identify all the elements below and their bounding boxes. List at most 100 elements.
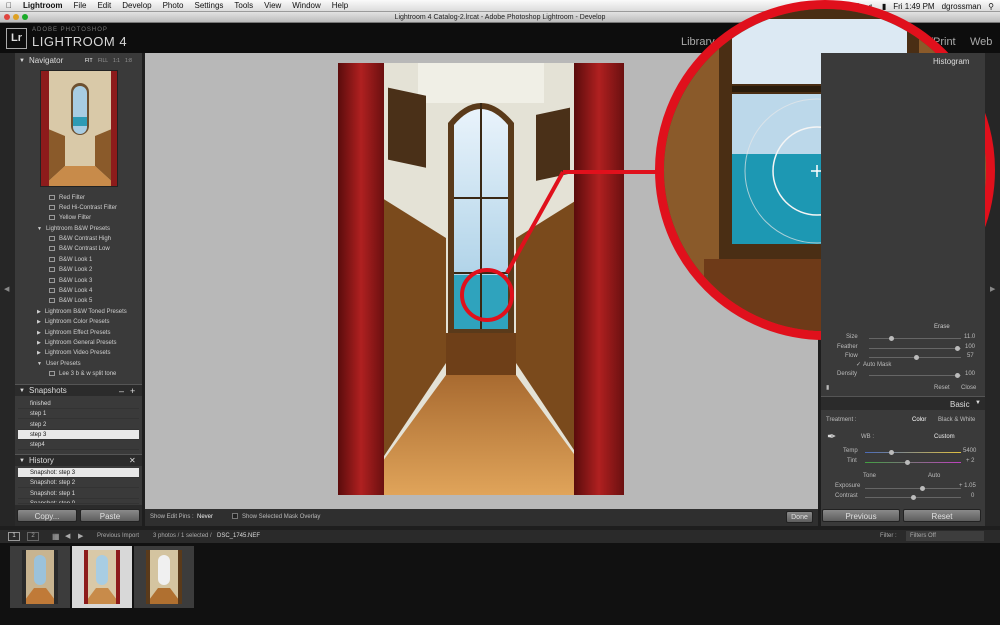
snapshots-header[interactable]: ▼ Snapshots – + (15, 384, 142, 396)
flow-value[interactable]: 57 (967, 353, 974, 359)
screen-2-button[interactable]: 2 (27, 532, 39, 541)
done-button[interactable]: Done (786, 511, 813, 523)
preset-group[interactable]: ▶ Lightroom General Presets (37, 340, 117, 346)
preset-item[interactable]: B&W Contrast High (49, 236, 111, 242)
exposure-slider[interactable] (865, 486, 961, 491)
contrast-value[interactable]: 0 (971, 493, 974, 499)
exposure-value[interactable]: + 1.05 (959, 483, 976, 489)
preset-group[interactable]: ▶ Lightroom Video Presets (37, 350, 110, 356)
zoom-icon[interactable] (22, 14, 28, 20)
preset-item[interactable]: B&W Contrast Low (49, 246, 110, 252)
zoom-1-8[interactable]: 1:8 (125, 55, 132, 67)
size-value[interactable]: 11.0 (964, 334, 975, 340)
left-panel-toggle[interactable]: ◀ (0, 53, 15, 526)
forward-arrow-icon[interactable]: ▶ (78, 532, 83, 540)
snapshot-item[interactable]: step4 (18, 440, 139, 450)
history-item[interactable]: Snapshot: step 0 (18, 499, 139, 504)
snapshot-item-selected[interactable]: step 3 (18, 430, 139, 440)
clock[interactable]: Fri 1:49 PM (893, 2, 934, 11)
snapshot-item[interactable]: step 2 (18, 420, 139, 430)
brush-close[interactable]: Close (961, 385, 976, 391)
preset-group[interactable]: ▶ Lightroom B&W Toned Presets (37, 309, 127, 315)
minimize-icon[interactable] (13, 14, 19, 20)
histogram-title[interactable]: Histogram (933, 57, 969, 66)
grid-icon[interactable]: ▦ (52, 532, 60, 541)
apple-icon[interactable]:  (6, 1, 12, 10)
slider-knob[interactable] (955, 346, 960, 351)
user-name[interactable]: dgrossman (942, 2, 982, 11)
history-header[interactable]: ▼ History ✕ (15, 454, 142, 466)
slider-knob[interactable] (889, 450, 894, 455)
feather-slider[interactable] (869, 346, 961, 351)
collapse-right-icon[interactable]: ▶ (990, 285, 995, 293)
filmstrip-thumbnail[interactable] (134, 546, 194, 608)
preset-item[interactable]: Red Hi-Contrast Filter (49, 205, 117, 211)
brush-erase[interactable]: Erase (934, 324, 950, 330)
remove-snapshot-icon[interactable]: – (119, 385, 124, 397)
menu-develop[interactable]: Develop (122, 1, 151, 10)
spotlight-icon[interactable]: ⚲ (988, 2, 994, 11)
show-edit-pins-select[interactable]: Never (197, 514, 213, 520)
menu-window[interactable]: Window (292, 1, 320, 10)
paste-button[interactable]: Paste (80, 509, 140, 522)
reset-button[interactable]: Reset (903, 509, 981, 522)
menu-file[interactable]: File (74, 1, 87, 10)
preset-item[interactable]: B&W Look 5 (49, 298, 92, 304)
zoom-fit[interactable]: FIT (85, 55, 93, 67)
preset-item[interactable]: B&W Look 1 (49, 257, 92, 263)
filmstrip-thumbnail[interactable] (10, 546, 70, 608)
mask-toggle-icon[interactable]: ▮ (826, 384, 829, 391)
filmstrip-thumbnail-selected[interactable] (72, 546, 132, 608)
menu-settings[interactable]: Settings (195, 1, 224, 10)
back-arrow-icon[interactable]: ◀ (65, 532, 70, 540)
eyedropper-icon[interactable]: ✒ (827, 430, 836, 443)
slider-knob[interactable] (889, 336, 894, 341)
menu-app[interactable]: Lightroom (23, 1, 63, 10)
preset-item[interactable]: Red Filter (49, 195, 85, 201)
brush-reset[interactable]: Reset (934, 385, 950, 391)
feather-value[interactable]: 100 (965, 344, 975, 350)
history-item[interactable]: Snapshot: step 2 (18, 478, 139, 488)
tint-slider[interactable] (865, 460, 961, 465)
snapshot-item[interactable]: step 1 (18, 409, 139, 419)
preset-item[interactable]: B&W Look 2 (49, 267, 92, 273)
flow-slider[interactable] (869, 355, 961, 360)
contrast-slider[interactable] (865, 495, 961, 500)
density-slider[interactable] (869, 373, 961, 378)
clear-history-icon[interactable]: ✕ (129, 455, 136, 467)
zoom-1-1[interactable]: 1:1 (113, 55, 120, 67)
wb-select[interactable]: Custom (934, 434, 955, 440)
tone-auto[interactable]: Auto (928, 473, 940, 479)
preset-item[interactable]: B&W Look 4 (49, 288, 92, 294)
mask-overlay-checkbox[interactable] (232, 513, 238, 519)
module-web[interactable]: Web (970, 36, 992, 48)
previous-button[interactable]: Previous (822, 509, 900, 522)
collapse-left-icon[interactable]: ◀ (4, 285, 9, 293)
preset-item[interactable]: Yellow Filter (49, 215, 91, 221)
preset-group[interactable]: ▶ Lightroom Effect Presets (37, 330, 110, 336)
add-snapshot-icon[interactable]: + (130, 385, 135, 397)
check-icon[interactable]: ✓ (856, 361, 861, 368)
preset-item[interactable]: Lee 3 b & w split tone (49, 371, 116, 377)
preset-item[interactable]: B&W Look 3 (49, 278, 92, 284)
slider-knob[interactable] (905, 460, 910, 465)
preset-group[interactable]: ▶ Lightroom Color Presets (37, 319, 110, 325)
history-item[interactable]: Snapshot: step 1 (18, 489, 139, 499)
preset-group-user[interactable]: ▼ User Presets (37, 361, 81, 367)
temp-value[interactable]: 5400 (963, 448, 976, 454)
copy-button[interactable]: Copy... (17, 509, 77, 522)
close-icon[interactable] (4, 14, 10, 20)
temp-slider[interactable] (865, 450, 961, 455)
treatment-bw[interactable]: Black & White (938, 417, 975, 423)
slider-knob[interactable] (914, 355, 919, 360)
history-item-selected[interactable]: Snapshot: step 3 (18, 468, 139, 478)
slider-knob[interactable] (911, 495, 916, 500)
navigator-header[interactable]: ▼ Navigator FIT FILL 1:1 1:8 (15, 55, 142, 67)
slider-knob[interactable] (920, 486, 925, 491)
menu-view[interactable]: View (264, 1, 281, 10)
preset-group-bw[interactable]: ▼ Lightroom B&W Presets (37, 226, 110, 232)
zoom-fill[interactable]: FILL (98, 55, 108, 67)
tint-value[interactable]: + 2 (966, 458, 975, 464)
snapshot-item[interactable]: finished (18, 399, 139, 409)
menu-help[interactable]: Help (332, 1, 348, 10)
